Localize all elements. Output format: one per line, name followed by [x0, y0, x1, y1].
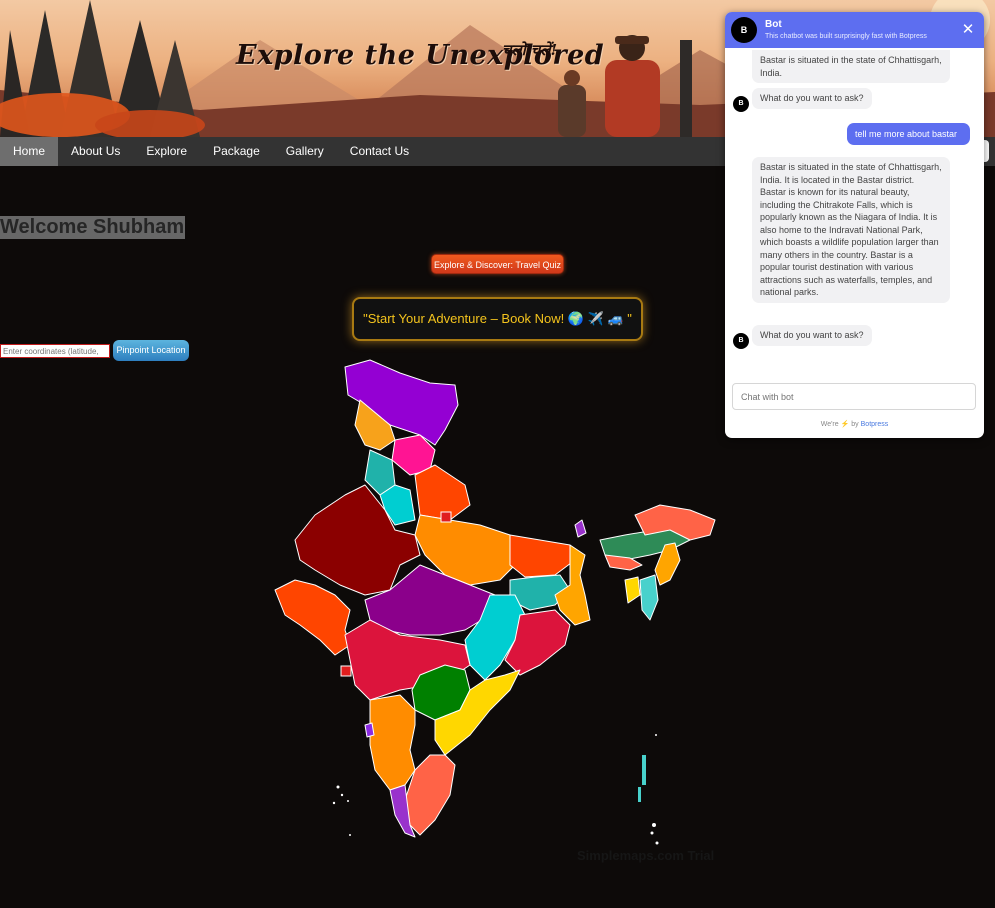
state-gujarat	[274, 579, 351, 656]
nav-contact-us[interactable]: Contact Us	[337, 137, 422, 166]
chat-message-bot: What do you want to ask?	[752, 325, 872, 346]
site-subtitle: चलो चलें!	[502, 41, 558, 59]
bot-avatar: B	[731, 17, 757, 43]
nav-about-us[interactable]: About Us	[58, 137, 133, 166]
state-tripura	[624, 576, 641, 604]
bot-name: Bot	[765, 19, 782, 30]
chat-message-user: tell me more about bastar	[847, 123, 970, 145]
chat-header: B Bot This chatbot was built surprisingl…	[725, 12, 984, 48]
chat-message-bot: Bastar is situated in the state of Chhat…	[752, 157, 950, 303]
india-map[interactable]	[270, 355, 720, 845]
map-watermark: Simplemaps.com Trial	[577, 848, 715, 863]
map-marker-north	[440, 511, 452, 523]
bot-mini-avatar: B	[733, 333, 749, 349]
nav-package[interactable]: Package	[200, 137, 273, 166]
botpress-link[interactable]: Botpress	[861, 421, 889, 428]
footer-by: by	[851, 421, 859, 428]
pinpoint-location-button[interactable]: Pinpoint Location	[113, 340, 189, 361]
state-karnataka	[369, 694, 416, 791]
nav-gallery[interactable]: Gallery	[273, 137, 337, 166]
nav-explore[interactable]: Explore	[133, 137, 200, 166]
book-adventure-button[interactable]: "Start Your Adventure – Book Now! 🌍 ✈️ 🚙…	[352, 297, 643, 341]
bot-mini-avatar: B	[733, 96, 749, 112]
close-icon[interactable]: ✕	[959, 21, 977, 39]
nav-home[interactable]: Home	[0, 137, 59, 166]
chat-footer: We're ⚡ by Botpress	[725, 420, 984, 428]
coordinates-input[interactable]	[0, 344, 110, 358]
welcome-heading: Welcome Shubham	[0, 216, 186, 239]
map-marker-west	[340, 665, 352, 677]
footer-prefix: We're	[820, 421, 839, 428]
chat-input[interactable]	[732, 383, 976, 410]
lightning-icon: ⚡	[840, 421, 850, 428]
state-sikkim	[574, 519, 587, 538]
bot-description: This chatbot was built surprisingly fast…	[765, 33, 927, 40]
chat-message-bot: What do you want to ask?	[752, 88, 872, 109]
chatbot-widget: B Bot This chatbot was built surprisingl…	[725, 12, 984, 438]
state-mizoram	[639, 574, 659, 621]
state-goa	[364, 722, 375, 738]
chat-message-bot: Bastar is situated in the state of Chhat…	[752, 50, 950, 83]
travel-quiz-button[interactable]: Explore & Discover: Travel Quiz	[431, 254, 564, 274]
state-bihar	[509, 534, 576, 578]
